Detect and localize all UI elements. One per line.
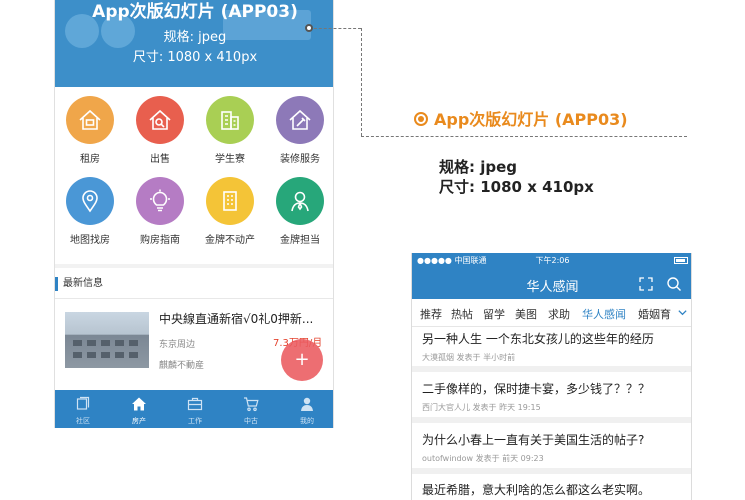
service-label: 地图找房 [70, 235, 110, 246]
tools-icon [276, 96, 324, 144]
tab-community[interactable]: 社区 [55, 390, 111, 428]
article-separator [412, 417, 691, 423]
tab-label: 房产 [132, 417, 146, 425]
channel-more-button[interactable] [673, 299, 691, 326]
plus-icon: + [294, 349, 310, 370]
article-meta: 西门大官人儿 发表于 昨天 19:15 [422, 403, 541, 412]
callout-spec-format: 规格: jpeg [439, 158, 518, 176]
article-title: 二手像样的，保时捷卡宴，多少钱了？？？ [422, 382, 651, 396]
article-item[interactable]: 最近希腊，意大利啥的怎么都这么老实啊。 [422, 481, 688, 498]
house-search-icon [136, 96, 184, 144]
service-rent[interactable]: 租房 [55, 96, 125, 165]
service-label: 购房指南 [140, 235, 180, 246]
service-renovation[interactable]: 装修服务 [265, 96, 333, 165]
tab-label: 中古 [244, 417, 258, 425]
service-map[interactable]: 地图找房 [55, 177, 125, 246]
cart-icon [244, 397, 259, 412]
listing-title[interactable]: 中央線直通新宿√0礼0押新... [159, 310, 329, 327]
nav-bar: 华人感闻 [412, 269, 691, 299]
channel-tab[interactable]: 求助 [548, 306, 570, 322]
tab-mine[interactable]: 我的 [279, 390, 333, 428]
channel-tab[interactable]: 热帖 [451, 306, 473, 322]
channel-tab-active[interactable]: 华人感闻 [582, 306, 626, 322]
service-dorm[interactable]: 学生寮 [195, 96, 265, 165]
listing-photo[interactable] [65, 312, 149, 368]
tab-label: 工作 [188, 417, 202, 425]
article-separator [412, 468, 691, 474]
home-icon [132, 397, 146, 411]
service-sale[interactable]: 出售 [125, 96, 195, 165]
channel-tab[interactable]: 留学 [483, 306, 505, 322]
banner-title: App次版幻灯片 (APP03) [92, 2, 298, 22]
service-label: 学生寮 [215, 154, 245, 165]
article-item[interactable]: 为什么小春上一直有关于美国生活的帖子? outofwindow 发表于 前天 0… [422, 431, 688, 464]
service-label: 租房 [80, 154, 100, 165]
article-item[interactable]: 另一种人生 一个东北女孩儿的这些年的经历 大漠孤烟 发表于 半小时前 [422, 330, 688, 363]
search-icon[interactable] [666, 276, 682, 292]
agent-icon [276, 177, 324, 225]
map-pin-icon [66, 177, 114, 225]
tab-label: 社区 [76, 417, 90, 425]
article-separator [412, 366, 691, 372]
tab-jobs[interactable]: 工作 [167, 390, 223, 428]
listing-agent: 麒麟不動産 [159, 361, 205, 371]
latest-info-section: 最新信息 中央線直通新宿√0礼0押新... 东京周边 7.3万円/月 麒麟不動産… [55, 268, 333, 390]
callout-anchor-dot [305, 24, 313, 32]
community-icon [76, 396, 90, 410]
status-time: 下午2:06 [535, 256, 570, 265]
building-icon [206, 96, 254, 144]
callout-connector [309, 28, 361, 29]
banner-slideshow[interactable]: App次版幻灯片 (APP03) 规格: jpeg 尺寸: 1080 x 410… [55, 0, 333, 87]
callout-title-text: App次版幻灯片 (APP03) [434, 110, 628, 129]
callout-title: App次版幻灯片 (APP03) [414, 106, 628, 130]
left-phone-mockup: App次版幻灯片 (APP03) 规格: jpeg 尺寸: 1080 x 410… [54, 0, 334, 428]
house-icon [66, 96, 114, 144]
service-agent[interactable]: 金牌担当 [265, 177, 333, 246]
service-label: 金牌不动产 [205, 235, 255, 246]
status-bar: ●●●●● 中国联通 下午2:06 [412, 253, 691, 269]
bullet-icon [414, 112, 428, 126]
channel-tabs: 推荐 热帖 留学 美图 求助 华人感闻 婚姻育 [412, 299, 691, 327]
service-realestate[interactable]: 金牌不动产 [195, 177, 265, 246]
tab-label: 我的 [300, 417, 314, 425]
banner-spec-format: 规格: jpeg [163, 30, 227, 45]
chevron-down-icon [678, 310, 687, 316]
channel-tab[interactable]: 婚姻育 [638, 306, 671, 322]
callout-connector [361, 136, 687, 137]
article-meta: 大漠孤烟 发表于 半小时前 [422, 353, 516, 362]
article-meta: outofwindow 发表于 前天 09:23 [422, 454, 544, 463]
user-icon [301, 397, 313, 411]
article-title: 最近希腊，意大利啥的怎么都这么老实啊。 [422, 483, 651, 497]
add-post-button[interactable]: + [281, 339, 323, 381]
fullscreen-icon[interactable] [638, 276, 654, 292]
section-heading: 最新信息 [55, 277, 103, 291]
callout-connector [361, 28, 362, 136]
channel-tab[interactable]: 推荐 [420, 306, 442, 322]
divider [55, 298, 333, 299]
briefcase-icon [187, 397, 203, 411]
battery-icon [674, 253, 688, 269]
right-phone-mockup: ●●●●● 中国联通 下午2:06 华人感闻 推荐 热帖 留学 美图 求助 华人… [411, 253, 692, 500]
bottom-tab-bar: 社区 房产 工作 中古 我的 [55, 390, 333, 428]
article-item[interactable]: 二手像样的，保时捷卡宴，多少钱了？？？ 西门大官人儿 发表于 昨天 19:15 [422, 380, 688, 413]
lightbulb-icon [136, 177, 184, 225]
office-building-icon [206, 177, 254, 225]
service-grid: 租房 出售 学生寮 装修服务 地图找房 购房指南 金牌不动产 金牌担当 [55, 87, 333, 264]
canvas: App次版幻灯片 (APP03) 规格: jpeg 尺寸: 1080 x 410… [0, 0, 745, 500]
listing-location: 东京周边 [159, 340, 196, 350]
channel-tab[interactable]: 美图 [515, 306, 537, 322]
tab-property[interactable]: 房产 [111, 390, 167, 428]
article-title: 为什么小春上一直有关于美国生活的帖子? [422, 433, 645, 447]
banner-spec-size: 尺寸: 1080 x 410px [132, 50, 258, 65]
tab-secondhand[interactable]: 中古 [223, 390, 279, 428]
article-title: 另一种人生 一个东北女孩儿的这些年的经历 [422, 332, 654, 346]
callout-spec-size: 尺寸: 1080 x 410px [439, 178, 594, 196]
service-label: 装修服务 [280, 154, 320, 165]
service-label: 出售 [150, 154, 170, 165]
service-label: 金牌担当 [280, 235, 320, 246]
service-guide[interactable]: 购房指南 [125, 177, 195, 246]
